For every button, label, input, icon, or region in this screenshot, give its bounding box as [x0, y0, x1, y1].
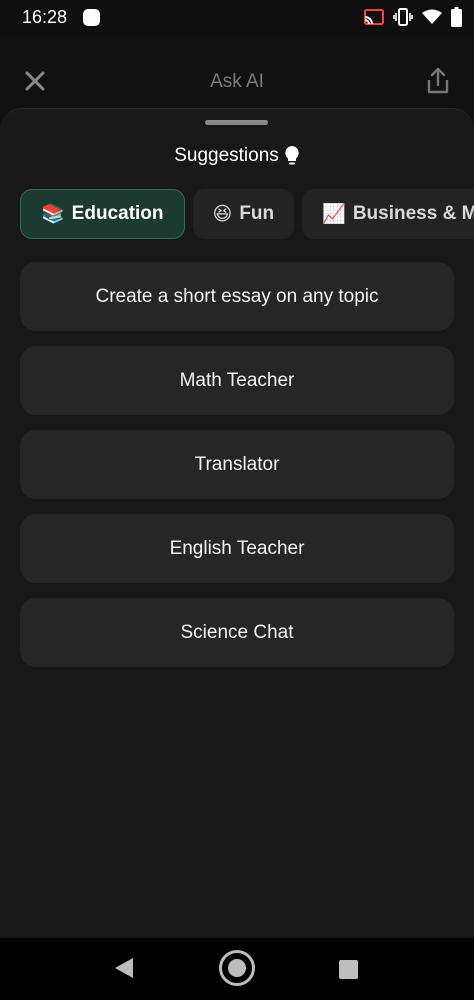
share-icon [427, 67, 449, 94]
laughing-face-icon: 😆 [212, 203, 233, 225]
suggestions-title: Suggestions [174, 145, 279, 166]
chart-increasing-icon: 📈 [322, 204, 346, 225]
share-button[interactable] [424, 66, 452, 96]
suggestion-science-chat[interactable]: Science Chat [20, 598, 454, 667]
status-bar: 16:28 [0, 0, 474, 36]
suggestion-list: Create a short essay on any topic Math T… [20, 262, 454, 667]
back-icon[interactable] [114, 957, 134, 979]
drag-handle[interactable] [205, 120, 268, 125]
wifi-icon [422, 9, 442, 24]
suggestions-sheet: Suggestions 📚 Education 😆 Fun 📈 Business… [0, 108, 474, 938]
chip-business[interactable]: 📈 Business & Ma [302, 189, 474, 239]
vibrate-icon [393, 8, 413, 26]
chip-label: Fun [239, 203, 275, 224]
home-icon[interactable] [219, 950, 255, 986]
suggestion-english-teacher[interactable]: English Teacher [20, 514, 454, 583]
notification-icon [83, 9, 100, 26]
battery-icon [451, 7, 462, 27]
chip-education[interactable]: 📚 Education [20, 189, 185, 239]
cast-icon [364, 9, 384, 25]
category-chips: 📚 Education 😆 Fun 📈 Business & Ma [20, 189, 474, 239]
chip-label: Business & Ma [352, 203, 474, 224]
app-header: Ask AI [0, 36, 474, 116]
lightbulb-icon [285, 146, 299, 165]
suggestions-heading: Suggestions [0, 145, 474, 167]
status-icons [364, 6, 462, 28]
suggestion-math-teacher[interactable]: Math Teacher [20, 346, 454, 415]
system-nav-bar [0, 938, 474, 1000]
suggestion-translator[interactable]: Translator [20, 430, 454, 499]
recents-icon[interactable] [339, 960, 358, 979]
chip-label: Education [71, 203, 164, 224]
suggestion-essay[interactable]: Create a short essay on any topic [20, 262, 454, 331]
status-time: 16:28 [22, 7, 68, 27]
page-title: Ask AI [210, 71, 264, 92]
books-icon: 📚 [41, 204, 65, 225]
chip-fun[interactable]: 😆 Fun [192, 189, 295, 239]
